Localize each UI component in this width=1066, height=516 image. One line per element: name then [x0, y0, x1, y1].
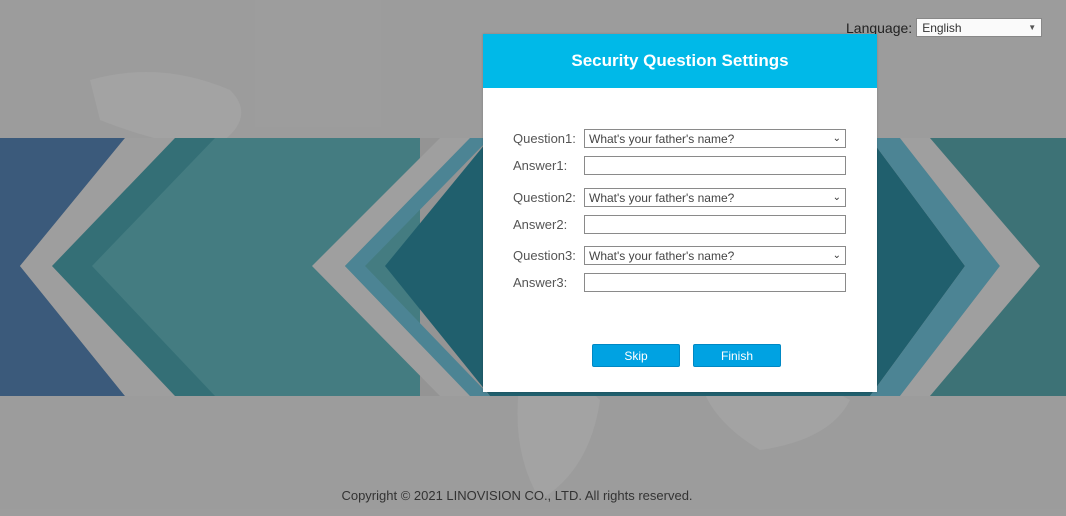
question1-select[interactable]: What's your father's name? ⌄ — [584, 129, 846, 148]
chevron-down-icon: ⌄ — [832, 250, 841, 261]
question3-select[interactable]: What's your father's name? ⌄ — [584, 246, 846, 265]
question3-value: What's your father's name? — [589, 248, 735, 263]
question1-value: What's your father's name? — [589, 131, 735, 146]
question2-select[interactable]: What's your father's name? ⌄ — [584, 188, 846, 207]
question3-row: Question3: What's your father's name? ⌄ — [513, 246, 846, 265]
question2-value: What's your father's name? — [589, 190, 735, 205]
caret-down-icon: ▼ — [1028, 23, 1037, 32]
dialog-title: Security Question Settings — [483, 34, 877, 88]
question1-label: Question1: — [513, 131, 576, 146]
finish-button[interactable]: Finish — [693, 344, 781, 367]
answer2-row: Answer2: — [513, 215, 846, 234]
skip-button[interactable]: Skip — [592, 344, 680, 367]
answer3-input[interactable] — [584, 273, 846, 292]
question2-label: Question2: — [513, 190, 576, 205]
answer1-row: Answer1: — [513, 156, 846, 175]
answer1-input[interactable] — [584, 156, 846, 175]
question3-label: Question3: — [513, 248, 576, 263]
chevron-down-icon: ⌄ — [832, 133, 841, 144]
chevron-down-icon: ⌄ — [832, 192, 841, 203]
copyright-text: Copyright © 2021 LINOVISION CO., LTD. Al… — [341, 488, 693, 503]
language-dropdown[interactable]: English ▼ — [916, 18, 1043, 37]
question1-row: Question1: What's your father's name? ⌄ — [513, 129, 846, 148]
security-question-dialog: Security Question Settings Question1: Wh… — [483, 34, 877, 392]
answer2-label: Answer2: — [513, 217, 568, 232]
answer3-label: Answer3: — [513, 275, 568, 290]
question2-row: Question2: What's your father's name? ⌄ — [513, 188, 846, 207]
answer2-input[interactable] — [584, 215, 846, 234]
language-value: English — [922, 20, 962, 35]
answer1-label: Answer1: — [513, 158, 568, 173]
answer3-row: Answer3: — [513, 273, 846, 292]
